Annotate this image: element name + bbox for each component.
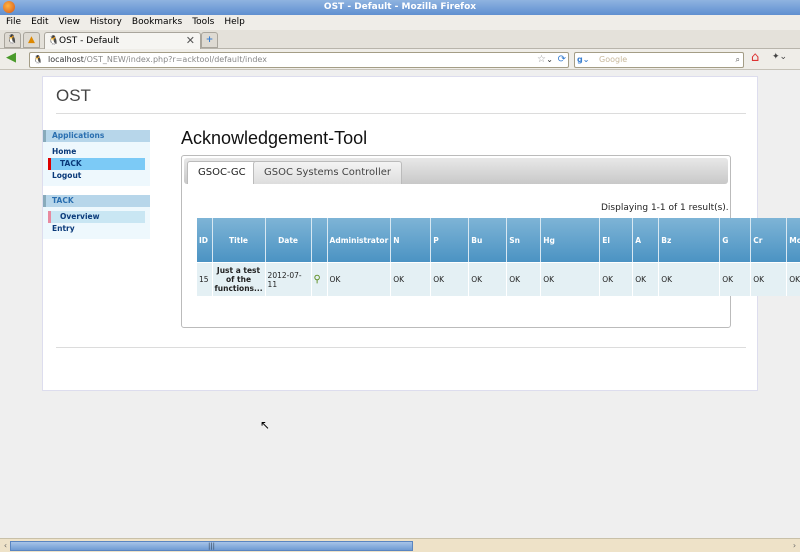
header-divider bbox=[56, 113, 746, 114]
search-magnifier-icon[interactable]: ⌕ bbox=[736, 53, 740, 67]
table-cell: OK bbox=[327, 263, 392, 296]
menu-history[interactable]: History bbox=[90, 17, 122, 27]
column-header[interactable]: P bbox=[430, 218, 470, 262]
menu-bar: File Edit View History Bookmarks Tools Help bbox=[0, 15, 800, 30]
table-cell: OK bbox=[750, 263, 788, 296]
panel-tab-strip: GSOC-GC GSOC Systems Controller bbox=[184, 158, 728, 184]
close-tab-icon[interactable]: ✕ bbox=[186, 33, 195, 49]
column-header[interactable]: Bz bbox=[658, 218, 721, 262]
column-header[interactable] bbox=[311, 218, 328, 262]
reload-icon[interactable]: ⟳ bbox=[558, 53, 566, 67]
site-favicon-icon: 🐧 bbox=[33, 55, 43, 64]
table-cell: OK bbox=[506, 263, 542, 296]
table-cell: OK bbox=[468, 263, 508, 296]
search-placeholder: Google bbox=[599, 55, 628, 64]
table-cell: OK bbox=[632, 263, 660, 296]
menu-file[interactable]: File bbox=[6, 17, 21, 27]
results-table: ID Title Date Administrator N P Bu Sn Hg El A Bz G Cr… bbox=[197, 218, 800, 296]
firefox-icon bbox=[3, 1, 15, 13]
scrollbar-thumb[interactable]: ||| bbox=[10, 541, 413, 551]
horizontal-scrollbar[interactable]: ‹ ||| › bbox=[0, 538, 800, 552]
mouse-cursor-icon: ↖ bbox=[260, 418, 271, 432]
column-header[interactable]: Title bbox=[212, 218, 266, 262]
sidebar-header-applications: Applications bbox=[43, 130, 150, 142]
table-cell: OK bbox=[540, 263, 601, 296]
column-header[interactable]: Bu bbox=[468, 218, 508, 262]
url-path: /OST_NEW/index.php?r=acktool/default/ind… bbox=[83, 55, 267, 64]
column-header[interactable]: ID bbox=[197, 218, 213, 262]
column-header[interactable]: Cr bbox=[750, 218, 788, 262]
column-header[interactable]: Hg bbox=[540, 218, 601, 262]
tab-title: OST - Default bbox=[59, 36, 120, 46]
menu-tools[interactable]: Tools bbox=[192, 17, 214, 27]
sidebar: Applications Home TACK Logout TACK Overv… bbox=[43, 130, 150, 239]
google-icon[interactable]: g⌄ bbox=[577, 53, 589, 67]
table-cell: OK bbox=[430, 263, 470, 296]
results-summary: Displaying 1-1 of 1 result(s). bbox=[601, 203, 729, 213]
sidebar-item-tack[interactable]: TACK bbox=[48, 158, 145, 170]
column-header[interactable]: N bbox=[390, 218, 432, 262]
pinned-tab-apache-icon[interactable]: ▲ bbox=[23, 32, 40, 48]
linux-favicon-icon: 🐧 bbox=[48, 36, 60, 46]
search-input[interactable]: g⌄ Google ⌕ bbox=[574, 52, 744, 68]
site-brand[interactable]: OST bbox=[56, 86, 91, 106]
sidebar-item-logout[interactable]: Logout bbox=[48, 170, 145, 182]
column-header[interactable]: Administrator bbox=[327, 218, 392, 262]
sidebar-item-overview[interactable]: Overview bbox=[48, 211, 145, 223]
sidebar-header-tack: TACK bbox=[43, 195, 150, 207]
table-cell: OK bbox=[719, 263, 752, 296]
scroll-left-icon[interactable]: ‹ bbox=[1, 541, 10, 551]
tab-gsoc-gc[interactable]: GSOC-GC bbox=[187, 161, 257, 184]
back-arrow-icon[interactable]: ◀ bbox=[6, 50, 16, 65]
table-cell: 2012-07-11 bbox=[265, 263, 312, 296]
column-header[interactable]: G bbox=[719, 218, 752, 262]
bookmark-star-icon[interactable]: ☆ bbox=[537, 53, 546, 67]
tab-bar: 🐧 ▲ 🐧 OST - Default ✕ + bbox=[0, 30, 800, 49]
table-cell: OK bbox=[390, 263, 432, 296]
column-header[interactable]: Mc bbox=[786, 218, 800, 262]
page-title: Acknowledgement-Tool bbox=[181, 128, 368, 148]
table-cell: OK bbox=[658, 263, 721, 296]
footer-divider bbox=[56, 347, 746, 348]
column-header[interactable]: A bbox=[632, 218, 660, 262]
navigation-toolbar: ◀ 🐧 localhost/OST_NEW/index.php?r=acktoo… bbox=[0, 49, 800, 70]
column-header[interactable]: Date bbox=[265, 218, 312, 262]
table-row[interactable]: 15 Just a test of the functions... 2012-07… bbox=[197, 263, 800, 296]
pinned-tab-linux-icon[interactable]: 🐧 bbox=[4, 32, 21, 48]
window-title-bar: OST - Default - Mozilla Firefox bbox=[0, 0, 800, 15]
home-icon[interactable]: ⌂ bbox=[751, 50, 759, 65]
chevron-down-icon[interactable]: ⌄ bbox=[546, 53, 553, 67]
menu-bookmarks[interactable]: Bookmarks bbox=[132, 17, 182, 27]
column-header[interactable]: El bbox=[599, 218, 634, 262]
addon-icon[interactable]: ✦⌄ bbox=[772, 52, 787, 62]
table-cell: OK bbox=[786, 263, 800, 296]
tab-panel: GSOC-GC GSOC Systems Controller Displayi… bbox=[181, 155, 800, 328]
menu-edit[interactable]: Edit bbox=[31, 17, 48, 27]
row-title-link[interactable]: Just a test of the functions... bbox=[212, 263, 266, 296]
scroll-right-icon[interactable]: › bbox=[790, 541, 799, 551]
view-magnifier-icon[interactable]: ⚲ bbox=[311, 263, 328, 296]
table-cell: OK bbox=[599, 263, 634, 296]
sidebar-item-home[interactable]: Home bbox=[48, 146, 145, 158]
window-title: OST - Default - Mozilla Firefox bbox=[323, 2, 477, 12]
sidebar-item-entry[interactable]: Entry bbox=[48, 223, 145, 235]
url-bar[interactable]: 🐧 localhost/OST_NEW/index.php?r=acktool/… bbox=[29, 52, 569, 68]
column-header[interactable]: Sn bbox=[506, 218, 542, 262]
table-cell: 15 bbox=[197, 263, 213, 296]
page-container: OST Applications Home TACK Logout TACK O… bbox=[42, 76, 800, 391]
menu-view[interactable]: View bbox=[59, 17, 80, 27]
tab-gsoc-systems-controller[interactable]: GSOC Systems Controller bbox=[253, 161, 402, 184]
browser-tab-active[interactable]: 🐧 OST - Default ✕ bbox=[44, 32, 201, 49]
menu-help[interactable]: Help bbox=[224, 17, 245, 27]
new-tab-button[interactable]: + bbox=[201, 32, 218, 48]
url-host: localhost bbox=[48, 55, 84, 64]
